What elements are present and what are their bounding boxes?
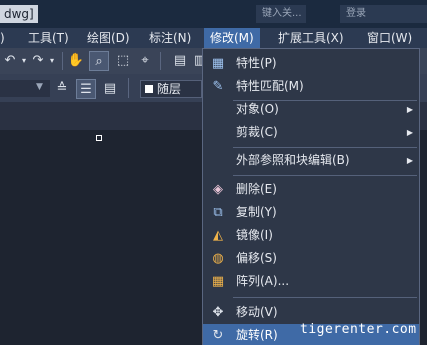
copy-icon: ⧉: [213, 205, 223, 220]
properties-panel-icon[interactable]: ▤: [170, 51, 190, 71]
menu-item-window[interactable]: 窗口(W): [367, 28, 412, 48]
window-title: dwg]: [0, 5, 38, 23]
menu-item-xref-block-edit[interactable]: 外部参照和块编辑(B) ▶: [203, 149, 419, 172]
mirror-icon: ◭: [213, 228, 223, 243]
menu-separator: [233, 147, 417, 148]
zoom-realtime-icon[interactable]: ⌕: [89, 51, 109, 71]
menu-item-label: 剪裁(C): [236, 125, 278, 139]
menu-item-label: 移动(V): [236, 305, 278, 319]
login-button[interactable]: 登录: [340, 5, 427, 23]
toolbar-separator: [62, 52, 63, 70]
menu-item-object[interactable]: 对象(O) ▶: [203, 98, 419, 121]
menu-item-label: 对象(O): [236, 102, 279, 116]
title-bar: dwg] 键入关... 登录: [0, 0, 427, 28]
menu-item-label: 特性(P): [236, 56, 277, 70]
move-icon: ✥: [212, 305, 224, 320]
toolbar-separator: [128, 78, 129, 98]
menu-item-modify[interactable]: 修改(M): [204, 28, 260, 48]
menu-item-label: 外部参照和块编辑(B): [236, 153, 350, 167]
layer-previous-icon[interactable]: ▤: [100, 79, 120, 99]
chevron-down-icon[interactable]: ▼: [36, 82, 43, 92]
toolbar-separator: [160, 52, 161, 70]
menu-item-label: 旋转(R): [236, 328, 278, 342]
menu-item-label: 阵列(A)...: [236, 274, 290, 288]
menu-item-partial[interactable]: ): [0, 28, 5, 48]
menu-item-label: 偏移(S): [236, 251, 277, 265]
redo-dropdown-icon[interactable]: ▾: [42, 51, 62, 71]
offset-icon: ◍: [212, 251, 224, 266]
submenu-arrow-icon: ▶: [406, 156, 413, 165]
crosshair-pickbox: [96, 135, 102, 141]
color-value: 随层: [157, 82, 182, 96]
menu-item-offset[interactable]: ◍ 偏移(S): [203, 247, 419, 270]
color-swatch: [145, 85, 153, 93]
menu-separator: [233, 175, 417, 176]
pan-icon[interactable]: ✋: [66, 51, 86, 71]
menu-item-copy[interactable]: ⧉ 复制(Y): [203, 201, 419, 224]
menu-item-array[interactable]: ▦ 阵列(A)...: [203, 270, 419, 293]
layer-state-icon[interactable]: ≙: [52, 79, 72, 99]
menu-item-match-properties[interactable]: ✎ 特性匹配(M): [203, 75, 419, 98]
menu-bar: ) 工具(T) 绘图(D) 标注(N) 修改(M) 扩展工具(X) 窗口(W): [0, 28, 427, 48]
menu-item-properties[interactable]: ▦ 特性(P): [203, 52, 419, 75]
menu-item-clip[interactable]: 剪裁(C) ▶: [203, 121, 419, 144]
submenu-arrow-icon: ▶: [406, 128, 413, 137]
search-box[interactable]: 键入关...: [256, 5, 306, 23]
menu-item-extended-tools[interactable]: 扩展工具(X): [278, 28, 344, 48]
layer-manager-icon[interactable]: ☰: [76, 79, 96, 99]
color-control[interactable]: 随层: [140, 80, 202, 98]
properties-icon: ▦: [211, 56, 225, 71]
menu-item-draw[interactable]: 绘图(D): [87, 28, 130, 48]
menu-separator: [233, 297, 417, 298]
menu-item-mirror[interactable]: ◭ 镜像(I): [203, 224, 419, 247]
menu-item-label: 删除(E): [236, 182, 277, 196]
menu-item-label: 特性匹配(M): [236, 79, 304, 93]
menu-item-label: 镜像(I): [236, 228, 273, 242]
watermark-text: tigerenter.com: [300, 322, 417, 337]
array-icon: ▦: [211, 274, 225, 289]
menu-item-dimension[interactable]: 标注(N): [149, 28, 191, 48]
submenu-arrow-icon: ▶: [406, 105, 413, 114]
menu-item-label: 复制(Y): [236, 205, 277, 219]
zoom-previous-icon[interactable]: ⌖: [135, 51, 155, 71]
menu-item-erase[interactable]: ◈ 删除(E): [203, 178, 419, 201]
zoom-window-icon[interactable]: ⬚: [113, 51, 133, 71]
match-properties-icon: ✎: [212, 79, 224, 94]
erase-icon: ◈: [213, 182, 223, 197]
rotate-icon: ↻: [212, 328, 224, 343]
menu-item-tools[interactable]: 工具(T): [28, 28, 69, 48]
modify-menu: ▦ 特性(P) ✎ 特性匹配(M) 对象(O) ▶ 剪裁(C) ▶ 外部参照和块…: [202, 48, 420, 345]
